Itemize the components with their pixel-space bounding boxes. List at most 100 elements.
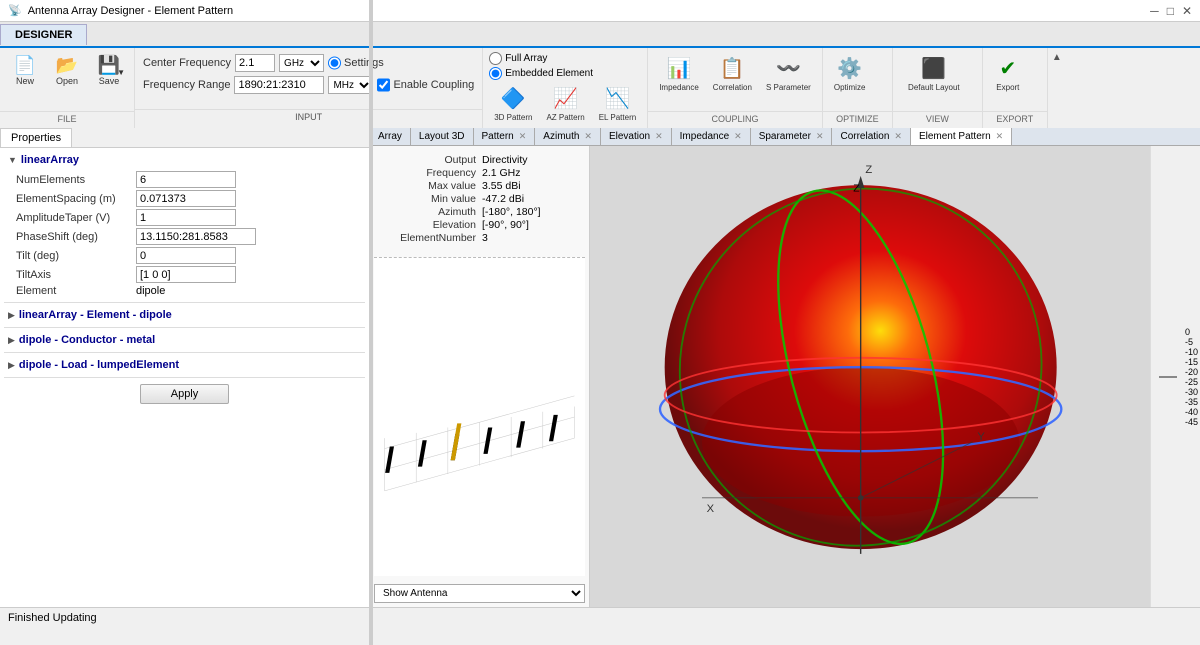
tree-item-header-linear-array[interactable]: ▼ linearArray — [4, 152, 365, 168]
tree-item-header-conductor-metal[interactable]: ▶ dipole - Conductor - metal — [4, 332, 365, 348]
correlation-button[interactable]: 📋 Correlation — [708, 52, 757, 96]
open-button[interactable]: 📂 Open — [48, 52, 86, 90]
tilt-axis-input[interactable] — [136, 266, 236, 283]
maximize-button[interactable]: □ — [1167, 4, 1174, 18]
antenna-3d-svg: Z X Y Z — [590, 146, 1150, 607]
tab-sparameter-label: Sparameter — [759, 131, 811, 142]
tab-element-pattern[interactable]: Element Pattern ✕ — [911, 128, 1012, 145]
sparameter-button[interactable]: 〰️ S Parameter — [761, 52, 816, 96]
num-elements-input[interactable] — [136, 171, 236, 188]
tab-sparameter[interactable]: Sparameter ✕ — [751, 128, 833, 145]
freq-range-input[interactable] — [234, 76, 324, 94]
tab-impedance[interactable]: Impedance ✕ — [672, 128, 751, 145]
minimize-button[interactable]: ─ — [1150, 4, 1159, 18]
tab-elevation-close[interactable]: ✕ — [655, 131, 663, 142]
prop-row-phase-shift: PhaseShift (deg) — [12, 227, 369, 246]
cb-label-40: -40 — [1185, 407, 1198, 417]
save-dropdown-arrow: ▼ — [117, 68, 125, 77]
tab-correlation-label: Correlation — [840, 131, 889, 142]
tab-element-pattern-close[interactable]: ✕ — [996, 131, 1004, 142]
tab-correlation-close[interactable]: ✕ — [894, 131, 902, 142]
3d-pattern-button[interactable]: 🔷 3D Pattern — [489, 82, 537, 126]
correlation-icon: 📋 — [720, 56, 745, 81]
tree-arrow-conductor-metal: ▶ — [8, 335, 15, 346]
embedded-element-option: Embedded Element — [489, 67, 641, 80]
tab-pattern-close[interactable]: ✕ — [519, 131, 527, 142]
tilt-input[interactable] — [136, 247, 236, 264]
max-value-label: Max value — [382, 180, 482, 192]
divider-1 — [4, 302, 365, 303]
tab-sparameter-close[interactable]: ✕ — [816, 131, 824, 142]
close-button[interactable]: ✕ — [1182, 4, 1192, 18]
prop-label-element: Element — [12, 284, 132, 298]
embedded-element-radio[interactable] — [489, 67, 502, 80]
az-pattern-button[interactable]: 📈 AZ Pattern — [541, 82, 589, 126]
pattern-buttons: 🔷 3D Pattern 📈 AZ Pattern 📉 EL Pattern — [489, 82, 641, 130]
tab-array[interactable]: Array — [370, 128, 411, 145]
designer-tab-bar: DESIGNER — [0, 22, 1200, 48]
open-icon: 📂 — [56, 56, 78, 74]
info-min-value: Min value -47.2 dBi — [382, 193, 577, 205]
3d-pattern-label: 3D Pattern — [494, 113, 532, 122]
impedance-label: Impedance — [659, 83, 699, 92]
tab-impedance-close[interactable]: ✕ — [734, 131, 742, 142]
element-spacing-input[interactable] — [136, 190, 236, 207]
tab-azimuth-close[interactable]: ✕ — [584, 131, 592, 142]
prop-row-amplitude-taper: AmplitudeTaper (V) — [12, 208, 369, 227]
enable-coupling-checkbox[interactable] — [377, 76, 390, 94]
tree-item-linear-array[interactable]: ▼ linearArray NumElements ElementSpacing… — [4, 152, 365, 298]
tree-item-conductor-metal[interactable]: ▶ dipole - Conductor - metal — [4, 332, 365, 348]
info-azimuth: Azimuth [-180°, 180°] — [382, 206, 577, 218]
tree-item-header-load-lumped[interactable]: ▶ dipole - Load - lumpedElement — [4, 357, 365, 373]
phase-shift-input[interactable] — [136, 228, 256, 245]
elevation-value: [-90°, 90°] — [482, 219, 529, 231]
properties-content: ▼ linearArray NumElements ElementSpacing… — [0, 148, 369, 607]
toolbar-expand[interactable]: ▲ — [1048, 48, 1066, 128]
settings-radio[interactable] — [328, 54, 341, 72]
new-icon: 📄 — [14, 56, 36, 74]
tab-layout-3d[interactable]: Layout 3D — [411, 128, 474, 145]
impedance-button[interactable]: 📊 Impedance — [654, 52, 704, 96]
show-antenna-select[interactable]: Show Antenna Hide Antenna — [374, 584, 585, 603]
file-label: FILE — [0, 111, 134, 124]
properties-tab[interactable]: Properties — [0, 128, 72, 147]
amplitude-taper-input[interactable] — [136, 209, 236, 226]
center-freq-input[interactable] — [235, 54, 275, 72]
expand-icon: ▲ — [1052, 52, 1062, 63]
export-section: ✔ Export EXPORT — [983, 48, 1048, 128]
apply-button[interactable]: Apply — [140, 384, 230, 404]
full-array-radio[interactable] — [489, 52, 502, 65]
resize-handle[interactable] — [369, 0, 373, 645]
load-lumped-label: dipole - Load - lumpedElement — [19, 359, 179, 371]
export-label: EXPORT — [983, 111, 1047, 124]
new-button[interactable]: 📄 New — [6, 52, 44, 90]
freq-range-unit[interactable]: MHzGHz — [328, 76, 373, 94]
pattern-info: Output Directivity Frequency 2.1 GHz Max… — [370, 146, 589, 253]
tab-azimuth[interactable]: Azimuth ✕ — [535, 128, 601, 145]
optimize-button[interactable]: ⚙️ Optimize — [829, 52, 871, 96]
az-pattern-icon: 📈 — [553, 86, 578, 111]
3d-pattern-icon: 🔷 — [501, 86, 526, 111]
colorbar-labels: 0 -5 -10 -15 -20 -25 -30 -35 -40 -45 — [1183, 327, 1198, 427]
designer-tab[interactable]: DESIGNER — [0, 24, 87, 45]
save-button[interactable]: 💾 Save ▼ — [90, 52, 128, 90]
default-layout-button[interactable]: ⬛ Default Layout — [899, 52, 969, 96]
min-value-label: Min value — [382, 193, 482, 205]
el-pattern-button[interactable]: 📉 EL Pattern — [594, 82, 642, 126]
element-number-value: 3 — [482, 232, 488, 244]
toolbar-inner: 📄 New 📂 Open 💾 Save ▼ FILE Center Freque… — [0, 48, 1200, 128]
tab-correlation[interactable]: Correlation ✕ — [832, 128, 910, 145]
tab-elevation[interactable]: Elevation ✕ — [601, 128, 672, 145]
impedance-icon: 📊 — [667, 56, 692, 81]
tree-item-element-dipole[interactable]: ▶ linearArray - Element - dipole — [4, 307, 365, 323]
export-button[interactable]: ✔ Export — [989, 52, 1027, 96]
properties-tab-bar: Properties — [0, 128, 369, 148]
tree-item-header-element-dipole[interactable]: ▶ linearArray - Element - dipole — [4, 307, 365, 323]
center-freq-unit[interactable]: GHzMHz — [279, 54, 324, 72]
tab-element-pattern-label: Element Pattern — [919, 131, 991, 142]
tab-pattern[interactable]: Pattern ✕ — [474, 128, 536, 145]
tree-arrow-load-lumped: ▶ — [8, 360, 15, 371]
tree-item-load-lumped[interactable]: ▶ dipole - Load - lumpedElement — [4, 357, 365, 373]
freq-range-row: Frequency Range MHzGHz Enable Coupling — [143, 76, 474, 94]
new-label: New — [16, 76, 34, 86]
